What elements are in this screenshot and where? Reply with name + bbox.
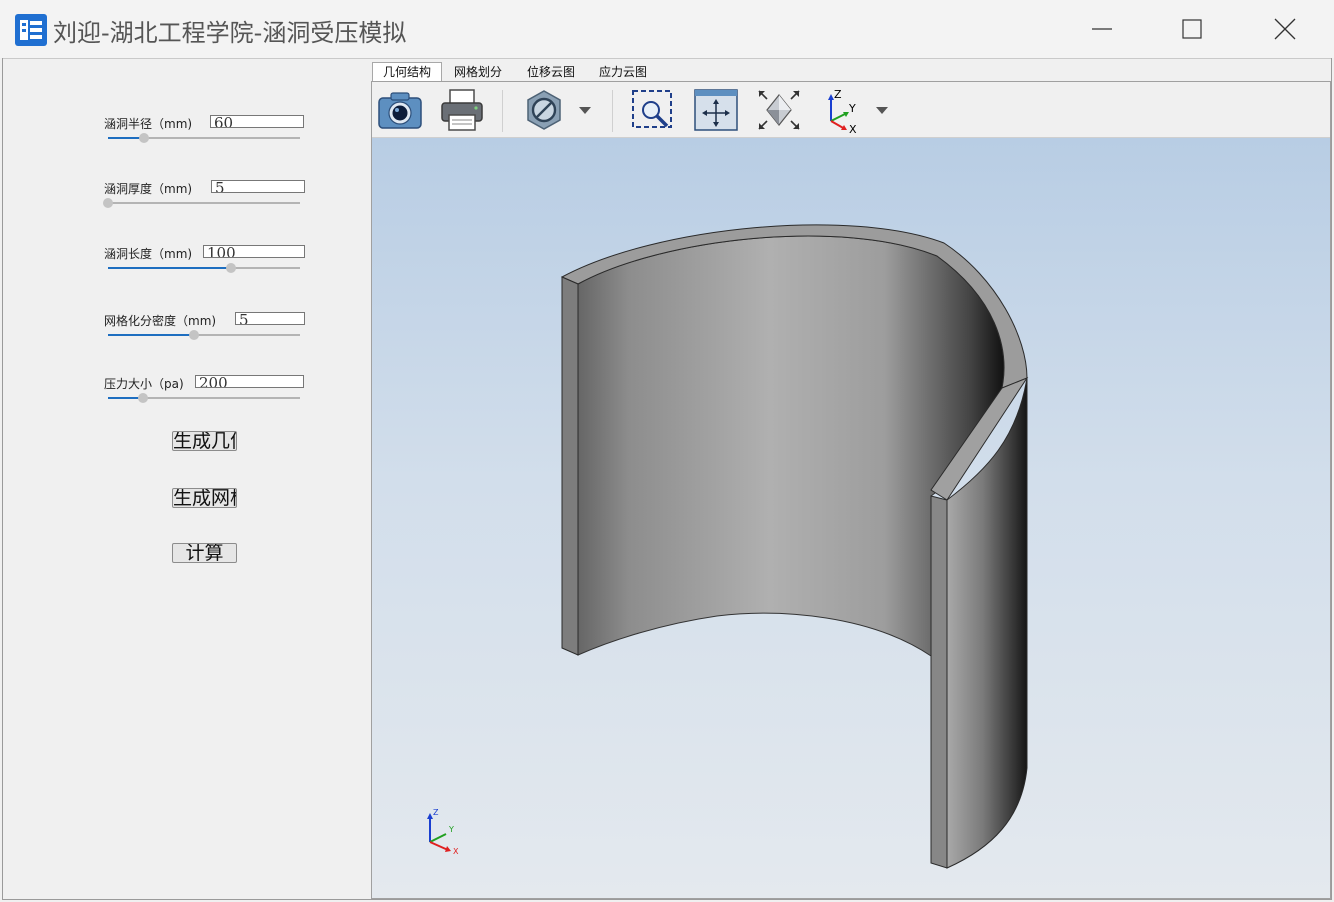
toolbar-separator <box>502 90 503 132</box>
thickness-slider[interactable] <box>103 198 300 208</box>
screenshot-button[interactable] <box>376 85 424 135</box>
axis-z-label: Z <box>433 808 439 817</box>
zoom-window-button[interactable] <box>629 85 677 135</box>
pressure-slider-thumb[interactable] <box>137 393 148 403</box>
print-button[interactable] <box>438 85 486 135</box>
hide-icon <box>527 90 591 130</box>
axis-y-label: Y <box>448 825 454 834</box>
pressure-slider[interactable] <box>108 393 300 403</box>
generate-geometry-button[interactable]: 生成几何 <box>172 431 237 451</box>
window-title: 刘迎-湖北工程学院-涵洞受压模拟 <box>53 19 407 47</box>
title-bar: 刘迎-湖北工程学院-涵洞受压模拟 <box>0 0 1334 58</box>
axis-triad: Z Y X <box>427 808 459 856</box>
maximize-button[interactable] <box>1147 0 1237 58</box>
tab-displacement[interactable]: 位移云图 <box>517 63 585 82</box>
calculate-button[interactable]: 计算 <box>172 543 237 563</box>
length-label: 涵洞长度（mm) <box>104 247 193 261</box>
close-button[interactable] <box>1240 0 1330 58</box>
length-input[interactable]: 100 <box>203 245 305 258</box>
isometric-view-icon <box>758 90 800 130</box>
minimize-icon <box>1092 28 1112 30</box>
thickness-input[interactable]: 5 <box>211 180 305 193</box>
axes-view-z-letter: Z <box>834 88 842 101</box>
fit-all-icon <box>694 89 738 131</box>
maximize-icon <box>1182 19 1202 39</box>
axes-view-dropdown-button[interactable]: Z Y X <box>819 85 895 136</box>
length-slider-fill <box>108 267 231 269</box>
radius-input[interactable]: 60 <box>210 115 304 128</box>
3d-viewport[interactable]: Z Y X <box>372 138 1330 898</box>
tab-stress[interactable]: 应力云图 <box>589 63 657 82</box>
axis-x-label: X <box>453 847 459 856</box>
axes-view-y-letter: Y <box>848 102 856 115</box>
zoom-window-icon <box>632 90 672 128</box>
radius-slider-thumb[interactable] <box>139 133 150 143</box>
axes-view-x-letter: X <box>849 123 857 135</box>
length-slider-thumb[interactable] <box>225 263 236 273</box>
isometric-view-button[interactable] <box>755 85 803 135</box>
mesh-density-slider-fill <box>108 334 195 336</box>
title-divider <box>2 58 1332 59</box>
fit-all-button[interactable] <box>692 85 740 135</box>
app-logo-icon <box>15 14 47 46</box>
thickness-slider-thumb[interactable] <box>103 198 113 208</box>
radius-slider[interactable] <box>108 133 300 143</box>
window-border-bottom <box>2 899 1332 900</box>
printer-icon <box>441 89 483 131</box>
mesh-density-slider-thumb[interactable] <box>189 330 200 340</box>
toolbar-separator <box>612 90 613 132</box>
app-window: 刘迎-湖北工程学院-涵洞受压模拟 涵洞半径（mm) 60 涵洞厚度（mm) 5 … <box>0 0 1334 902</box>
minimize-button[interactable] <box>1057 0 1147 58</box>
hide-dropdown-button[interactable] <box>520 85 598 135</box>
axes-view-icon: Z Y X <box>828 88 888 136</box>
culvert-model <box>560 224 1029 869</box>
length-slider[interactable] <box>108 263 300 273</box>
pressure-label: 压力大小（pa) <box>104 377 184 391</box>
window-border-right <box>1331 58 1332 900</box>
pressure-input[interactable]: 200 <box>195 375 304 388</box>
radius-label: 涵洞半径（mm) <box>104 117 193 131</box>
thickness-label: 涵洞厚度（mm) <box>104 182 193 196</box>
tab-geometry[interactable]: 几何结构 <box>372 62 442 83</box>
mesh-density-label: 网格化分密度（mm) <box>104 314 217 328</box>
tab-mesh[interactable]: 网格划分 <box>444 63 512 82</box>
window-border-left <box>2 58 3 900</box>
camera-icon <box>378 92 422 129</box>
viewer-toolbar: Z Y X <box>372 82 1330 138</box>
close-icon <box>1274 18 1296 40</box>
generate-mesh-button[interactable]: 生成网格 <box>172 488 237 508</box>
mesh-density-slider[interactable] <box>108 330 300 340</box>
mesh-density-input[interactable]: 5 <box>235 312 305 325</box>
